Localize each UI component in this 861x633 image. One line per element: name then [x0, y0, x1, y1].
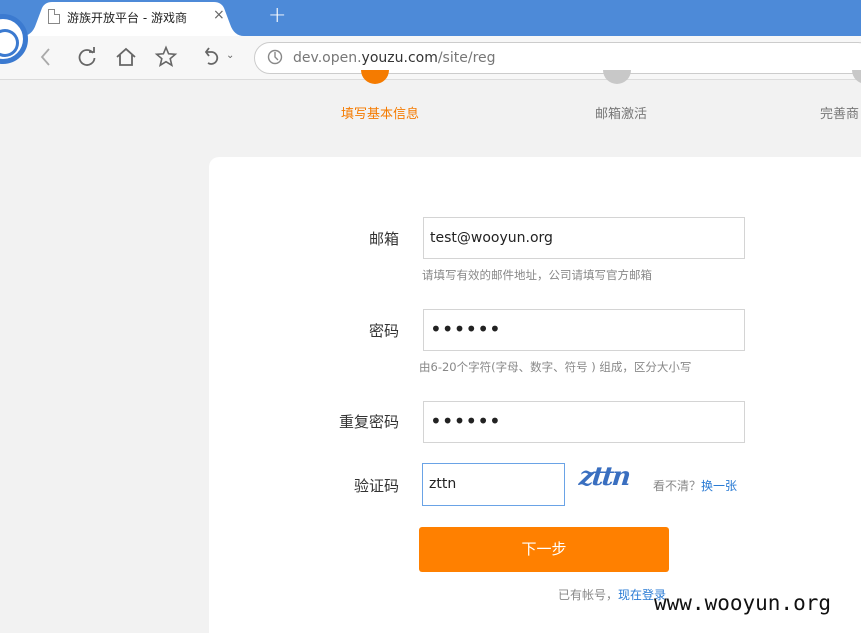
- back-icon[interactable]: [33, 44, 59, 70]
- step-2-marker: [603, 70, 631, 84]
- captcha-help-text: 看不清？: [653, 479, 702, 493]
- page-icon: [48, 9, 60, 24]
- email-label: 邮箱: [368, 230, 399, 248]
- undo-dropdown-icon[interactable]: ⌄: [226, 50, 234, 61]
- email-hint: 请填写有效的邮件地址，公司请填写官方邮箱: [422, 268, 652, 282]
- login-prompt: 已有帐号，现在登录: [558, 586, 666, 603]
- password-hint: 由6-20个字符(字母、数字、符号 ) 组成，区分大小写: [419, 360, 692, 374]
- step-1-label: 填写基本信息: [341, 107, 420, 122]
- tab-bar: 游族开放平台 - 游戏商 × +: [0, 0, 861, 36]
- confirm-password-field[interactable]: ••••••: [423, 401, 745, 443]
- tab-title[interactable]: 游族开放平台 - 游戏商: [67, 9, 187, 26]
- browser-toolbar: ⌄ dev.open.youzu.com/site/reg: [0, 36, 861, 80]
- captcha-image[interactable]: zttn: [577, 462, 637, 496]
- undo-icon[interactable]: [199, 44, 225, 70]
- step-2-label: 邮箱激活: [595, 107, 648, 122]
- address-bar[interactable]: dev.open.youzu.com/site/reg: [254, 42, 861, 74]
- captcha-help: 看不清？换一张: [653, 477, 737, 494]
- captcha-input[interactable]: zttn: [422, 463, 565, 506]
- bookmark-star-icon[interactable]: [153, 44, 179, 70]
- reload-icon[interactable]: [74, 44, 100, 70]
- new-tab-icon[interactable]: +: [268, 3, 286, 28]
- site-info-icon[interactable]: [267, 49, 283, 69]
- tab-close-icon[interactable]: ×: [213, 7, 225, 23]
- address-text[interactable]: dev.open.youzu.com/site/reg: [293, 50, 496, 66]
- next-step-button[interactable]: 下一步: [419, 527, 669, 572]
- home-icon[interactable]: [113, 44, 139, 70]
- email-field[interactable]: test@wooyun.org: [423, 217, 745, 259]
- step-3-label: 完善商: [820, 107, 860, 122]
- step-3-marker: [852, 70, 861, 84]
- confirm-password-label: 重复密码: [338, 413, 399, 431]
- login-prompt-text: 已有帐号，: [558, 588, 619, 602]
- captcha-label: 验证码: [353, 477, 399, 495]
- password-label: 密码: [368, 322, 399, 340]
- captcha-refresh-link[interactable]: 换一张: [701, 479, 737, 493]
- step-1-marker: [361, 70, 389, 84]
- watermark: www.wooyun.org: [654, 591, 832, 615]
- password-field[interactable]: ••••••: [423, 309, 745, 351]
